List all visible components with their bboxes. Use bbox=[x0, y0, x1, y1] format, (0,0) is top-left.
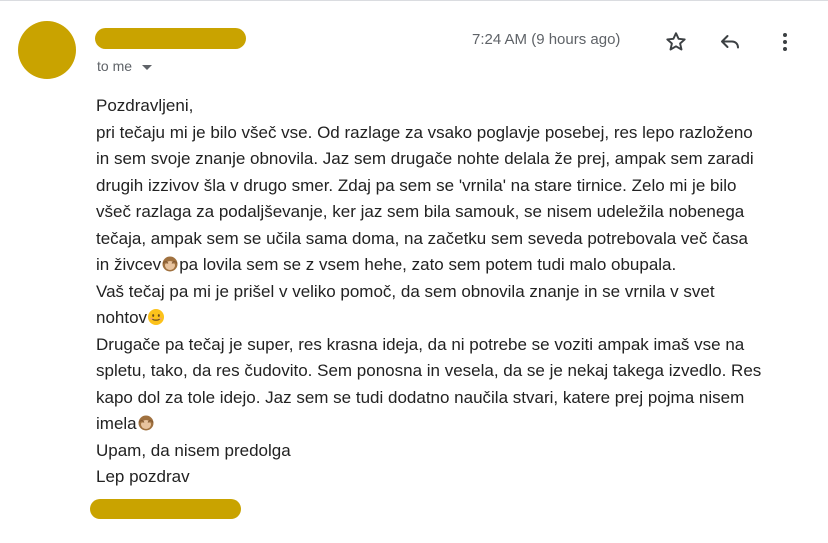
see-no-evil-monkey-icon bbox=[162, 256, 178, 272]
smiling-face-icon bbox=[148, 309, 165, 325]
star-icon bbox=[666, 32, 686, 51]
body-line: pri tečaju mi je bilo všeč vse. Od razla… bbox=[96, 122, 753, 142]
body-line: imela bbox=[96, 411, 816, 438]
body-line: tečaja, ampak sem se učila sama doma, na… bbox=[96, 228, 749, 248]
star-button[interactable] bbox=[662, 28, 690, 56]
reply-icon bbox=[721, 35, 739, 49]
body-line: drugih izzivov šla v drugo smer. Zdaj pa… bbox=[96, 175, 737, 195]
chevron-down-icon bbox=[142, 64, 153, 70]
top-divider bbox=[0, 0, 828, 1]
body-line: Upam, da nisem predolga bbox=[96, 440, 291, 460]
body-line: Vaš tečaj pa mi je prišel v veliko pomoč… bbox=[96, 281, 715, 301]
recipient-details-toggle[interactable]: to me bbox=[97, 58, 153, 74]
body-line: Pozdravljeni, bbox=[96, 96, 194, 115]
more-options-button[interactable] bbox=[771, 28, 799, 56]
body-line: nohtov bbox=[96, 305, 816, 332]
body-line: in živcev pa lovila sem se z vsem hehe, … bbox=[96, 255, 677, 274]
body-line: spletu, tako, da res čudovito. Sem ponos… bbox=[96, 361, 762, 380]
recipient-label: to me bbox=[97, 58, 133, 74]
body-line: kapo dol za tole idejo. Jaz sem se tudi … bbox=[96, 387, 745, 407]
sender-avatar[interactable] bbox=[18, 21, 76, 79]
body-line: Drugače pa tečaj je super, res krasna id… bbox=[96, 334, 745, 354]
sender-name-redacted bbox=[95, 28, 246, 49]
body-line: všeč razlaga za podaljševanje, ker jaz s… bbox=[96, 202, 745, 221]
body-line: in sem svoje znanje obnovila. Jaz sem dr… bbox=[96, 149, 754, 168]
see-no-evil-monkey-icon bbox=[138, 415, 154, 431]
signature-redacted bbox=[90, 499, 241, 519]
timestamp: 7:24 AM (9 hours ago) bbox=[472, 31, 621, 48]
more-vert-icon bbox=[783, 33, 787, 51]
reply-button[interactable] bbox=[716, 28, 744, 56]
email-body: Pozdravljeni, pri tečaju mi je bilo všeč… bbox=[96, 93, 816, 491]
body-line: Lep pozdrav bbox=[96, 467, 190, 486]
